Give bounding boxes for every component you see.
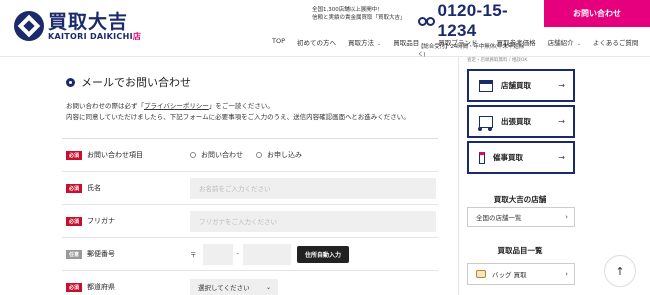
contact-form: 必須 お問い合わせ項目 お問い合わせ お申し込み 必須 氏名 お名前をご入力くだ… [62,138,438,295]
chevron-right-icon: › [565,213,568,221]
form-row-furigana: 必須 フリガナ フリガナをご入力ください [62,205,438,238]
page-heading: メールでお問い合わせ [66,74,191,90]
freedial-icon [418,15,435,27]
arrow-up-icon: ↑ [615,264,625,278]
chevron-down-icon: ⌄ [265,283,271,291]
shop-icon [479,79,493,92]
banner-icon [479,151,485,164]
furigana-input[interactable]: フリガナをご入力ください [190,210,436,232]
field-label: 氏名 [87,184,101,192]
chevron-down-icon: ⌄ [576,41,581,47]
stores-heading: 買取大吉の店舗 [493,195,547,204]
nav-items[interactable]: 買取品目 ⌄ [393,37,426,47]
required-badge: 必須 [66,183,83,193]
form-row-inquiry-type: 必須 お問い合わせ項目 お問い合わせ お申し込み [62,139,438,172]
logo-mark-icon [14,11,44,41]
site-header: 買取大吉 KAITORI DAIKICHI店 全国1,300店舗以上展開中! 信… [0,0,650,58]
arrow-right-icon: → [558,153,565,162]
postal-dash: - [236,250,240,258]
field-label: お問い合わせ項目 [87,151,143,159]
field-label: 都道府県 [87,283,115,291]
sidebar-note: 査定・店頭買取無料 / 相談OK [467,58,528,63]
nav-top[interactable]: TOP [272,37,285,47]
service-event-buying[interactable]: 催事買取 → [467,141,575,174]
form-row-name: 必須 氏名 お名前をご入力ください [62,172,438,205]
bag-buying-link[interactable]: バッグ 買取 › [467,263,575,285]
nav-prices[interactable]: 買取参考価格 [497,37,536,47]
header-tagline: 全国1,300店舗以上展開中! 信頼と実績の貴金属買取「買取大吉」 [312,7,406,21]
form-row-prefecture: 必須 都道府県 選択してください ⌄ [62,271,438,295]
prefecture-select[interactable]: 選択してください ⌄ [190,278,278,295]
items-heading: 買取品目一覧 [497,246,543,255]
bag-icon [476,270,486,278]
page-title: メールでお問い合わせ [81,76,191,89]
optional-badge: 任意 [66,249,83,259]
phone-block[interactable]: 0120-15-1234 【総合受付】24時間・年中無休(年末年始除く) [418,1,528,58]
postal-code-second-input[interactable] [243,243,292,265]
main-content: メールでお問い合わせ お問い合わせの際は必ず「プライバシーポリシー」をご一読くだ… [62,57,440,295]
global-nav: TOP 初めての方へ 買取方法 ⌄ 買取品目 ⌄ 買取ブランド ⌄ 買取参考価格 店舗… [272,37,650,47]
chevron-down-icon: ⌄ [480,41,485,47]
left-margin [0,57,62,295]
all-stores-link[interactable]: 全国の店舗一覧 › [467,207,575,227]
sidebar: 査定・店頭買取無料 / 相談OK 店舗買取 → 出張買取 → 催事買取 → 買取… [458,57,580,295]
heading-bullet-icon [66,77,75,87]
chevron-down-icon: ⌄ [422,41,427,47]
scroll-to-top-button[interactable]: ↑ [604,255,636,287]
radio-button[interactable] [190,152,196,158]
privacy-policy-link[interactable]: プライバシーポリシー [144,102,209,110]
logo-japanese: 買取大吉 [48,10,129,33]
address-autofill-button[interactable]: 住所自動入力 [297,245,350,263]
radio-application[interactable]: お申し込み [256,150,302,160]
chevron-right-icon: › [565,270,568,278]
nav-stores[interactable]: 店舗紹介 ⌄ [548,37,581,47]
truck-icon [478,115,493,131]
name-input[interactable]: お名前をご入力ください [190,177,436,199]
postal-code-first-input[interactable] [202,243,233,265]
required-badge: 必須 [66,282,83,292]
arrow-right-icon: → [558,117,565,126]
radio-inquiry[interactable]: お問い合わせ [190,150,243,160]
arrow-right-icon: → [558,81,565,90]
logo-english: KAITORI DAIKICHI店 [48,31,142,41]
nav-first-time[interactable]: 初めての方へ [297,37,336,47]
nav-brands[interactable]: 買取ブランド ⌄ [438,37,484,47]
phone-number[interactable]: 0120-15-1234 [438,1,528,41]
nav-method[interactable]: 買取方法 ⌄ [348,37,381,47]
required-badge: 必須 [66,216,83,226]
postal-mark: 〒 [190,251,197,259]
service-store-buying[interactable]: 店舗買取 → [467,69,575,102]
chevron-down-icon: ⌄ [377,41,382,47]
field-label: 郵便番号 [87,250,115,258]
required-badge: 必須 [66,150,83,160]
form-row-postal: 任意 郵便番号 〒 - 住所自動入力 [62,238,438,271]
nav-faq[interactable]: よくあるご質問 [593,37,639,47]
field-label: フリガナ [87,217,115,225]
site-logo[interactable]: 買取大吉 KAITORI DAIKICHI店 [14,11,141,41]
radio-button[interactable] [256,152,262,158]
contact-button[interactable]: お問い合わせ [544,0,650,27]
intro-text: お問い合わせの際は必ず「プライバシーポリシー」をご一読ください。 内容に同意して… [66,102,410,121]
service-home-buying[interactable]: 出張買取 → [467,105,575,138]
